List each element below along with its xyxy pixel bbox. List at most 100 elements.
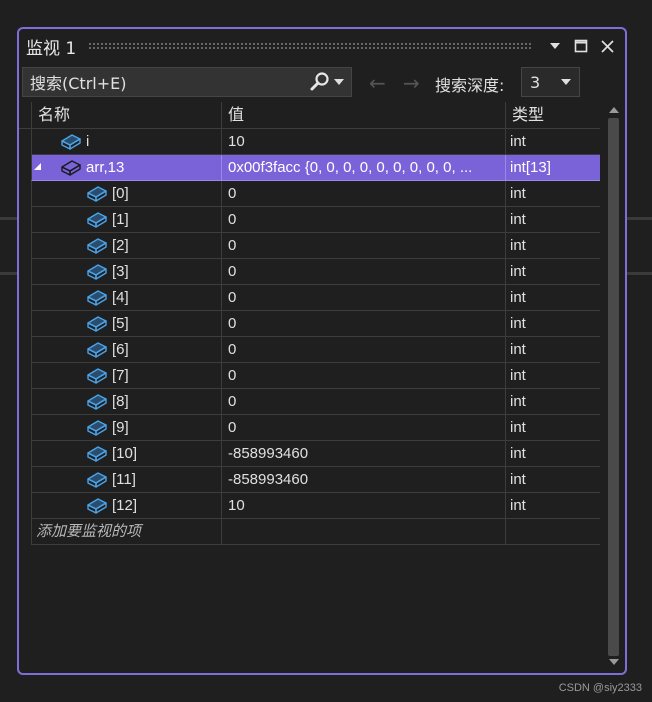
search-input[interactable]: 搜索(Ctrl+E) — [23, 70, 309, 94]
watch-row[interactable]: [9] 0 int — [19, 415, 600, 441]
drag-grip[interactable] — [88, 42, 533, 50]
column-header-type[interactable]: 类型 — [506, 102, 600, 128]
value-cell[interactable]: 10 — [222, 493, 506, 519]
close-button[interactable] — [595, 34, 619, 58]
variable-name: [8] — [112, 393, 129, 410]
type-cell: int — [506, 311, 600, 337]
value-cell[interactable]: 0 — [222, 389, 506, 415]
grid-header: 名称 值 类型 — [19, 102, 600, 129]
vertical-scrollbar[interactable] — [603, 102, 625, 671]
watermark: CSDN @siy2333 — [558, 682, 642, 694]
type-cell: int — [506, 493, 600, 519]
search-box[interactable]: 搜索(Ctrl+E) — [22, 67, 352, 97]
variable-name: [11] — [112, 471, 136, 488]
variable-icon — [86, 497, 108, 515]
name-cell[interactable]: [4] — [31, 285, 222, 311]
type-cell: int — [506, 467, 600, 493]
type-cell: int — [506, 233, 600, 259]
value-cell[interactable]: 0 — [222, 207, 506, 233]
value-cell[interactable]: 10 — [222, 129, 506, 155]
variable-icon — [86, 237, 108, 255]
watch-row[interactable]: [11] -858993460 int — [19, 467, 600, 493]
name-cell[interactable]: [7] — [31, 363, 222, 389]
name-cell[interactable]: [12] — [31, 493, 222, 519]
search-options-dropdown-icon[interactable] — [333, 79, 345, 85]
value-cell[interactable]: 0 — [222, 363, 506, 389]
type-cell: int — [506, 441, 600, 467]
name-cell[interactable]: [5] — [31, 311, 222, 337]
watch-row[interactable]: [4] 0 int — [19, 285, 600, 311]
watch-row[interactable]: [7] 0 int — [19, 363, 600, 389]
scroll-up-icon[interactable] — [608, 104, 620, 116]
variable-icon — [86, 341, 108, 359]
name-cell[interactable]: i — [31, 129, 222, 155]
search-back-button[interactable]: ← — [369, 71, 386, 95]
watch-row[interactable]: [8] 0 int — [19, 389, 600, 415]
collapse-arrow-icon[interactable] — [34, 163, 42, 171]
value-cell[interactable]: 0 — [222, 285, 506, 311]
value-cell[interactable]: 0 — [222, 259, 506, 285]
name-cell[interactable]: [2] — [31, 233, 222, 259]
variable-name: [10] — [112, 445, 138, 462]
name-cell[interactable]: [6] — [31, 337, 222, 363]
scrollbar-thumb[interactable] — [608, 118, 619, 656]
variable-icon — [86, 445, 108, 463]
type-cell: int — [506, 285, 600, 311]
type-cell: int — [506, 129, 600, 155]
name-cell[interactable]: [10] — [31, 441, 222, 467]
watch-row[interactable]: arr,13 0x00f3facc {0, 0, 0, 0, 0, 0, 0, 0… — [19, 155, 600, 181]
add-watch-row[interactable]: 添加要监视的项 — [19, 519, 600, 545]
search-forward-button[interactable]: → — [403, 71, 420, 95]
watch-row[interactable]: [12] 10 int — [19, 493, 600, 519]
variable-icon — [86, 367, 108, 385]
window-menu-button[interactable] — [543, 34, 567, 58]
watch-row[interactable]: [6] 0 int — [19, 337, 600, 363]
name-cell[interactable]: [3] — [31, 259, 222, 285]
variable-name: [4] — [112, 289, 129, 306]
watch-row[interactable]: [10] -858993460 int — [19, 441, 600, 467]
watch-row[interactable]: [0] 0 int — [19, 181, 600, 207]
variable-icon — [86, 289, 108, 307]
watch-row[interactable]: i 10 int — [19, 129, 600, 155]
name-cell[interactable]: arr,13 — [31, 155, 222, 181]
watch-row[interactable]: [5] 0 int — [19, 311, 600, 337]
variable-icon — [86, 315, 108, 333]
search-icon[interactable] — [309, 71, 331, 93]
type-cell: int — [506, 415, 600, 441]
variable-icon — [86, 211, 108, 229]
name-cell[interactable]: [0] — [31, 181, 222, 207]
name-cell[interactable]: [11] — [31, 467, 222, 493]
watch-row[interactable]: [2] 0 int — [19, 233, 600, 259]
chevron-down-icon — [561, 79, 571, 85]
value-cell[interactable]: 0 — [222, 181, 506, 207]
watch-row[interactable]: [3] 0 int — [19, 259, 600, 285]
maximize-button[interactable] — [569, 34, 593, 58]
search-depth-select[interactable]: 3 — [521, 67, 580, 97]
maximize-icon — [574, 39, 588, 53]
watch-toolbar: 搜索(Ctrl+E) ← → 搜索深度: 3 — [19, 67, 625, 101]
scroll-down-icon[interactable] — [608, 656, 620, 668]
column-header-value[interactable]: 值 — [222, 102, 506, 128]
value-cell[interactable]: 0 — [222, 233, 506, 259]
value-cell[interactable]: 0x00f3facc {0, 0, 0, 0, 0, 0, 0, 0, 0, .… — [222, 155, 506, 181]
variable-name: [1] — [112, 211, 129, 228]
title-bar[interactable]: 监视 1 — [19, 29, 625, 63]
value-cell[interactable]: -858993460 — [222, 441, 506, 467]
name-cell[interactable]: [9] — [31, 415, 222, 441]
variable-icon — [86, 185, 108, 203]
type-cell: int[13] — [506, 155, 600, 181]
type-cell: int — [506, 259, 600, 285]
value-cell[interactable]: 0 — [222, 337, 506, 363]
column-header-name[interactable]: 名称 — [31, 102, 222, 128]
variable-name: arr,13 — [86, 159, 125, 176]
variable-name: [7] — [112, 367, 129, 384]
value-cell[interactable]: 0 — [222, 415, 506, 441]
name-cell[interactable]: [1] — [31, 207, 222, 233]
value-cell[interactable]: -858993460 — [222, 467, 506, 493]
add-watch-input[interactable]: 添加要监视的项 — [31, 519, 222, 545]
name-cell[interactable]: [8] — [31, 389, 222, 415]
variable-icon — [60, 159, 82, 177]
watch-row[interactable]: [1] 0 int — [19, 207, 600, 233]
value-cell[interactable]: 0 — [222, 311, 506, 337]
background-divider — [625, 217, 652, 220]
